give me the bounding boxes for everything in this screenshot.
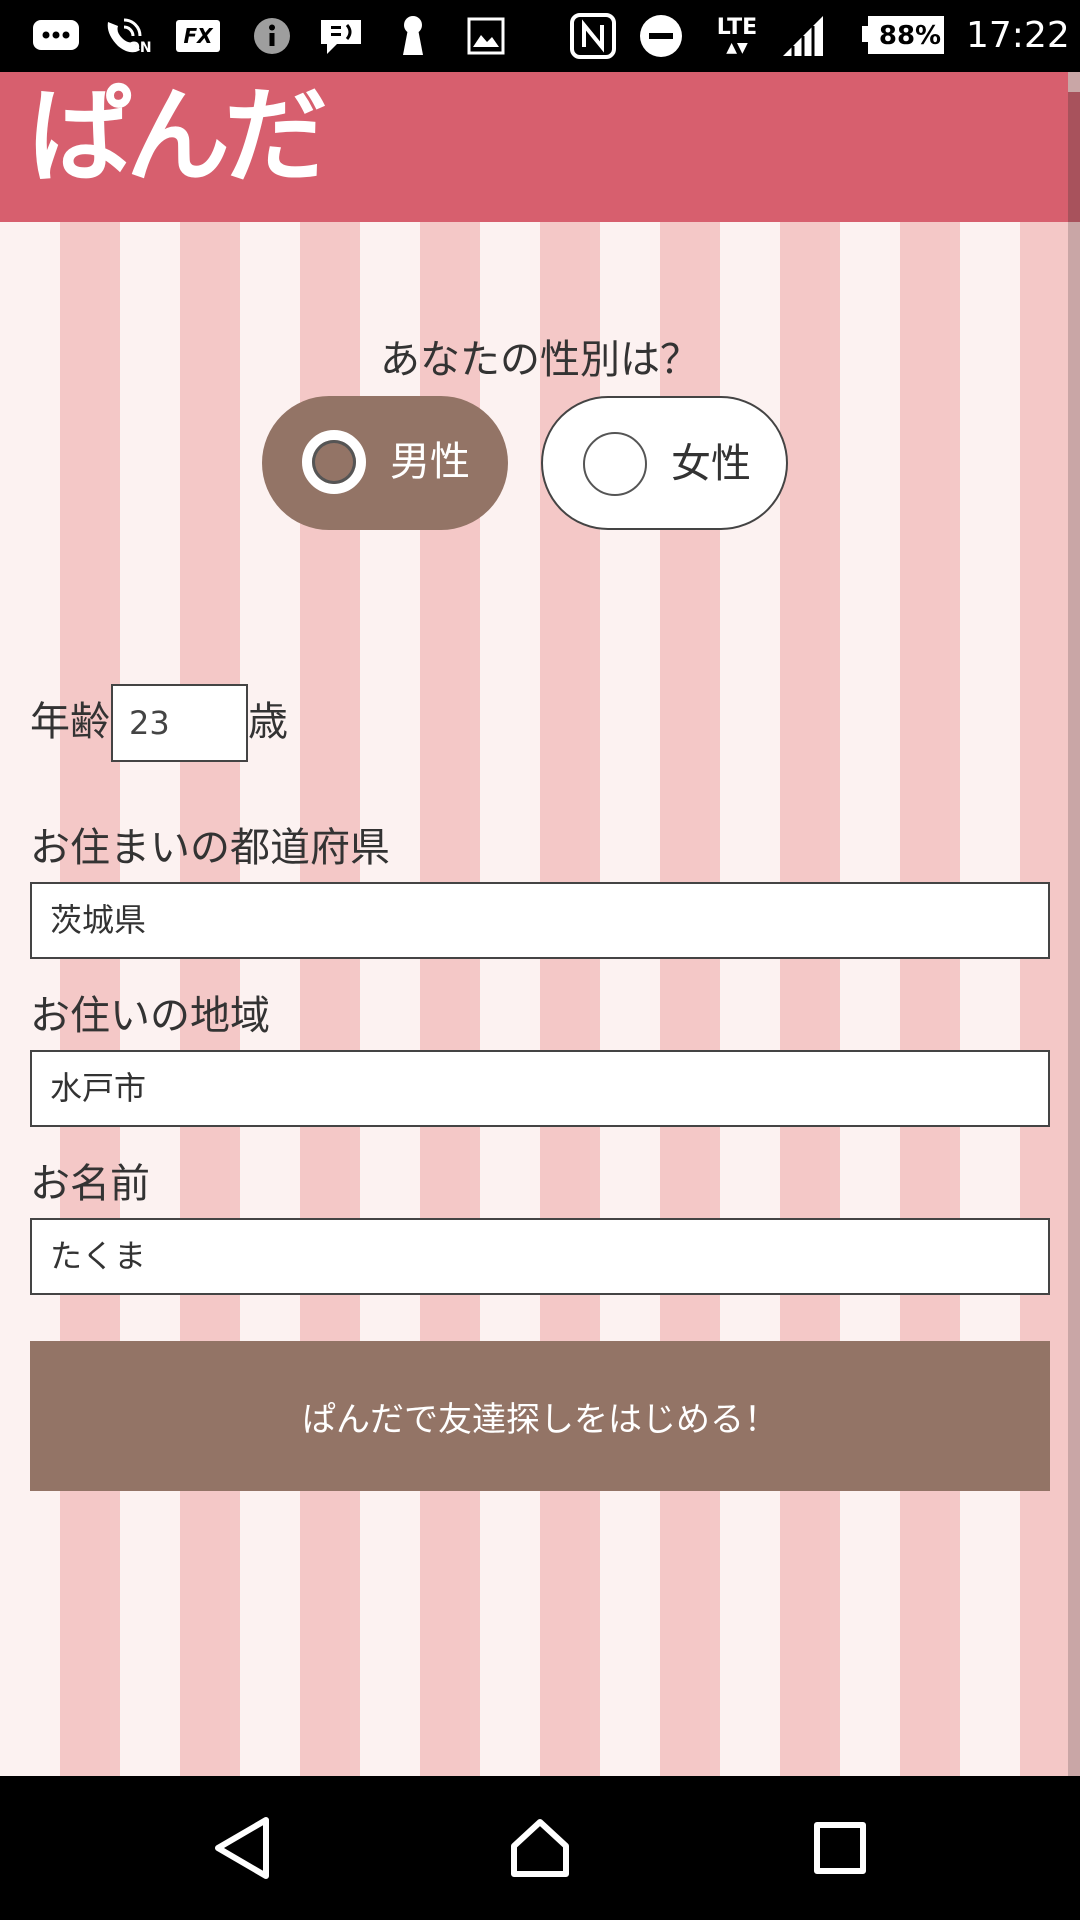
radio-checked-icon[interactable] — [302, 430, 366, 494]
age-input[interactable]: 23 — [111, 684, 248, 762]
clock: 17:22 — [966, 15, 1070, 56]
scrollbar[interactable] — [1068, 72, 1080, 1776]
wifi-calling-on-icon: ON — [102, 14, 154, 58]
battery-icon: 88% — [862, 14, 946, 58]
gender-option-label: 男性 — [390, 439, 470, 485]
nfc-icon — [568, 13, 618, 59]
name-field[interactable]: たくま — [30, 1218, 1050, 1295]
wifi-call-badge: ON — [128, 40, 152, 56]
gender-question: あなたの性別は？ — [380, 337, 700, 383]
gender-option-label: 女性 — [671, 441, 751, 487]
gender-option-female[interactable]: 女性 — [541, 396, 788, 530]
fx-label: FX — [176, 20, 220, 52]
keyhole-icon — [398, 14, 428, 58]
do-not-disturb-icon — [638, 14, 684, 58]
message-icon — [318, 14, 364, 58]
back-icon[interactable] — [200, 1806, 284, 1890]
area-field[interactable]: 水戸市 — [30, 1050, 1050, 1127]
radio-unchecked-icon[interactable] — [583, 432, 647, 496]
signal-icon — [776, 14, 826, 58]
battery-level: 88% — [878, 21, 942, 51]
status-bar: ON FX LTE ▲▼ 88% 17:22 — [0, 0, 1080, 72]
lte-label: LTE — [716, 15, 758, 40]
prefecture-label: お住まいの都道府県 — [30, 825, 390, 871]
chat-bubble-icon — [30, 14, 82, 58]
age-unit: 歳 — [248, 699, 288, 745]
home-icon[interactable] — [498, 1806, 582, 1890]
recent-apps-icon[interactable] — [798, 1806, 882, 1890]
prefecture-field[interactable]: 茨城県 — [30, 882, 1050, 959]
navigation-bar — [0, 1776, 1080, 1920]
start-button[interactable]: ぱんだで友達探しをはじめる！ — [30, 1341, 1050, 1491]
scrollbar-thumb[interactable] — [1068, 92, 1080, 222]
name-label: お名前 — [30, 1161, 150, 1207]
image-icon — [466, 14, 506, 58]
data-arrows-icon: ▲▼ — [726, 40, 748, 56]
info-icon — [250, 14, 294, 58]
gender-option-male[interactable]: 男性 — [262, 396, 508, 530]
app-logo[interactable]: ぱんだ — [28, 84, 328, 188]
fx-app-icon: FX — [174, 14, 222, 58]
lte-data-icon: LTE ▲▼ — [712, 14, 762, 58]
area-label: お住いの地域 — [30, 993, 270, 1039]
age-label: 年齢 — [30, 699, 110, 745]
